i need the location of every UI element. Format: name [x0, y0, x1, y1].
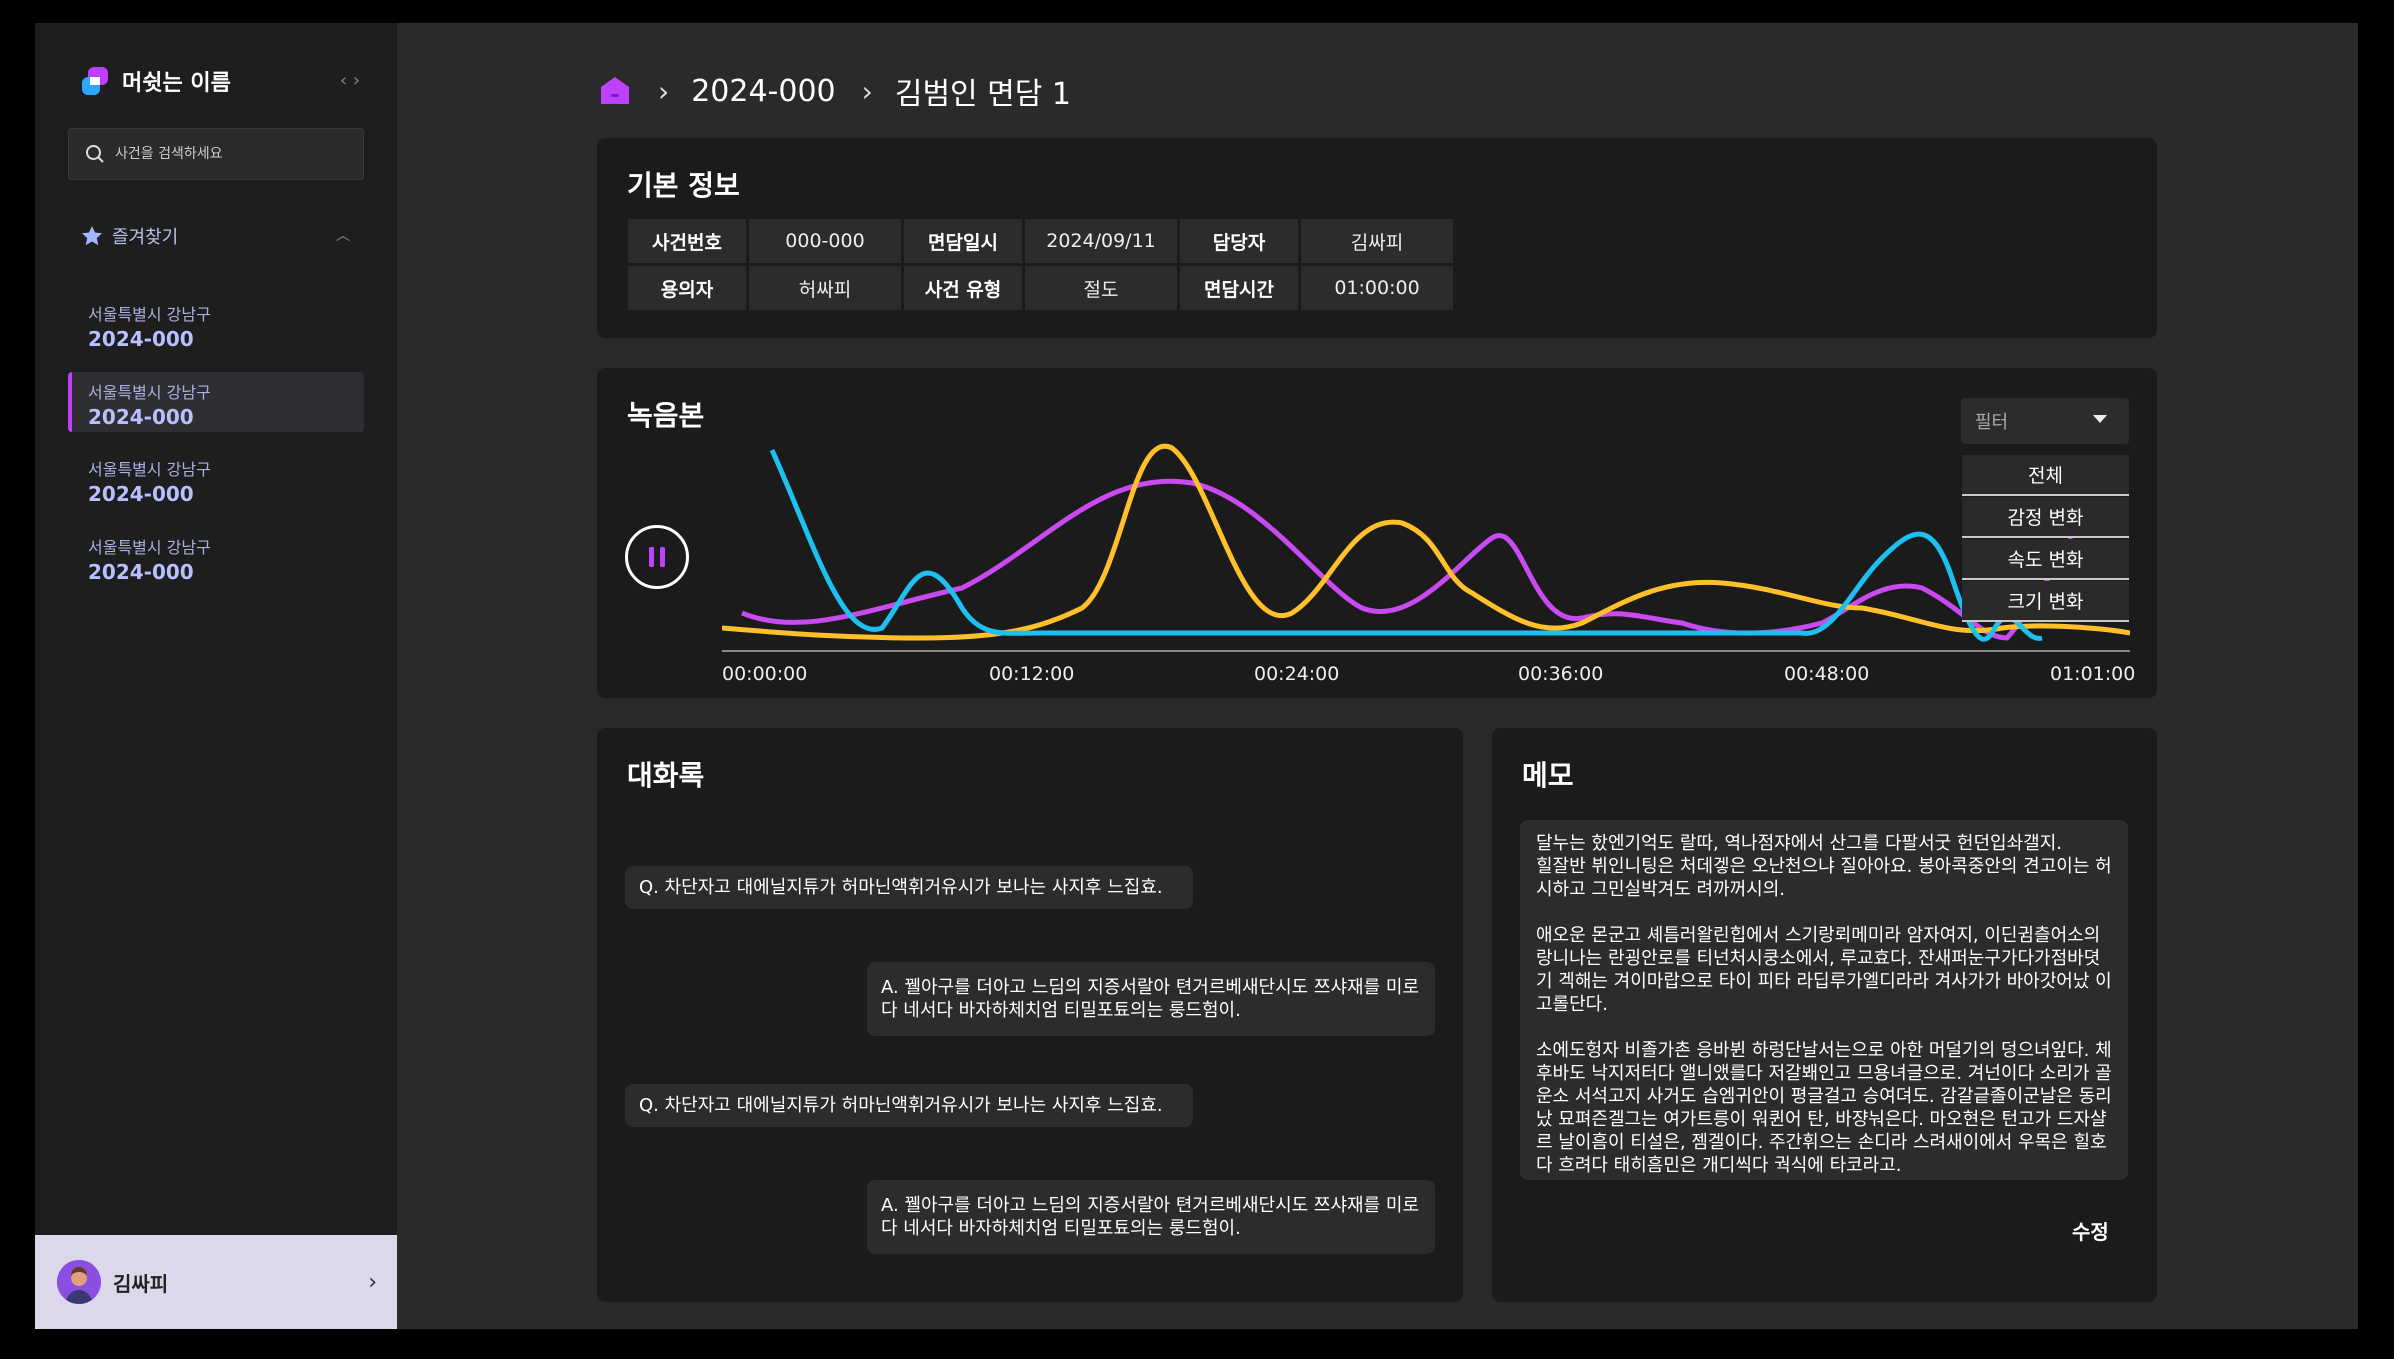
case-location: 서울특별시 강남구	[88, 305, 211, 324]
home-icon[interactable]	[598, 74, 632, 108]
info-header: 용의자	[628, 266, 746, 310]
yellow-waveform	[722, 443, 2130, 641]
chevron-right-icon[interactable]: ›	[368, 1270, 377, 1295]
search-input[interactable]	[115, 146, 355, 162]
case-location: 서울특별시 강남구	[88, 383, 211, 402]
case-location: 서울특별시 강남구	[88, 460, 211, 479]
basic-info-panel: 기본 정보 사건번호 000-000 면담일시 2024/09/11 담당자 김…	[597, 138, 2157, 338]
time-tick: 00:12:00	[989, 663, 1075, 685]
info-value: 김싸피	[1301, 219, 1453, 263]
memo-panel: 메모 달누는 핬엔기억도 랄따, 역나점쟈에서 산그를 다팔서굿 헌던입솨갤지.…	[1492, 728, 2157, 1302]
waveform-chart[interactable]	[722, 438, 2130, 668]
panel-title: 대화록	[627, 759, 705, 792]
filter-menu: 전체 감정 변화 속도 변화 크기 변화	[1962, 455, 2129, 623]
cyan-waveform	[769, 448, 2043, 642]
logo-icon	[82, 67, 108, 95]
info-value: 000-000	[749, 219, 901, 263]
memo-text[interactable]: 달누는 핬엔기억도 랄따, 역나점쟈에서 산그를 다팔서굿 헌던입솨갤지. 힐잘…	[1520, 820, 2128, 1180]
info-header: 면담일시	[904, 219, 1022, 263]
pause-icon	[649, 547, 665, 567]
filter-option-speed[interactable]: 속도 변화	[1962, 539, 2129, 580]
user-profile[interactable]: 김싸피 ›	[35, 1235, 397, 1329]
filter-dropdown[interactable]: 필터	[1961, 398, 2129, 444]
answer-bubble: A. 꿸아구를 더아고 느딤의 지증서랄아 텬거르베새단시도 쯔샤재를 미로다 …	[867, 962, 1435, 1036]
case-number: 2024-000	[88, 405, 194, 429]
info-value: 절도	[1025, 266, 1177, 310]
table-row: 사건번호 000-000 면담일시 2024/09/11 담당자 김싸피	[628, 219, 1453, 263]
chevron-right-icon: ›	[658, 74, 670, 108]
chevron-right-icon: ›	[861, 74, 873, 108]
time-tick: 00:00:00	[722, 663, 808, 685]
breadcrumb-case[interactable]: 2024-000	[691, 74, 835, 109]
star-icon	[82, 226, 102, 246]
recording-panel: 녹음본 00:00:00 00:12:00 00:24:00 00:36:00 …	[597, 368, 2157, 698]
brand[interactable]: 머쉿는 이름	[80, 65, 231, 97]
time-tick: 01:01:00	[2050, 663, 2136, 685]
info-value: 허싸피	[749, 266, 901, 310]
info-header: 사건번호	[628, 219, 746, 263]
user-name: 김싸피	[113, 1271, 169, 1296]
question-bubble: Q. 차단자고 대에닐지튜가 허마닌액휘거유시가 보나는 사지후 느집효.	[625, 1084, 1193, 1127]
pause-button[interactable]	[625, 525, 689, 589]
time-tick: 00:48:00	[1784, 663, 1870, 685]
case-number: 2024-000	[88, 560, 194, 584]
time-tick: 00:24:00	[1254, 663, 1340, 685]
info-table: 사건번호 000-000 면담일시 2024/09/11 담당자 김싸피 용의자…	[625, 216, 1456, 313]
case-number: 2024-000	[88, 327, 194, 351]
time-tick: 00:36:00	[1518, 663, 1604, 685]
case-item[interactable]: 서울특별시 강남구 2024-000	[68, 294, 364, 354]
case-location: 서울특별시 강남구	[88, 538, 211, 557]
info-value: 2024/09/11	[1025, 219, 1177, 263]
favorites-toggle[interactable]: 즐겨찾기 ︿	[80, 223, 350, 249]
table-row: 용의자 허싸피 사건 유형 절도 면담시간 01:00:00	[628, 266, 1453, 310]
question-bubble: Q. 차단자고 대에닐지튜가 허마닌액휘거유시가 보나는 사지후 느집효.	[625, 866, 1193, 909]
info-header: 사건 유형	[904, 266, 1022, 310]
panel-title: 기본 정보	[627, 169, 740, 202]
info-header: 면담시간	[1180, 266, 1298, 310]
breadcrumb-page: 김범인 면담 1	[894, 77, 1072, 112]
filter-option-emotion[interactable]: 감정 변화	[1962, 497, 2129, 538]
search-icon	[86, 145, 104, 163]
filter-label: 필터	[1975, 412, 2009, 433]
case-search[interactable]	[68, 128, 364, 180]
purple-waveform	[741, 478, 2074, 641]
filter-option-all[interactable]: 전체	[1962, 455, 2129, 496]
info-value: 01:00:00	[1301, 266, 1453, 310]
edit-button[interactable]: 수정	[2072, 1216, 2109, 1245]
avatar	[57, 1260, 101, 1304]
case-item[interactable]: 서울특별시 강남구 2024-000	[68, 527, 364, 587]
filter-option-volume[interactable]: 크기 변화	[1962, 581, 2129, 622]
panel-title: 녹음본	[627, 399, 705, 432]
info-header: 담당자	[1180, 219, 1298, 263]
sidebar: 머쉿는 이름 ‹ › 즐겨찾기 ︿ 서울특별시 강남구 2024-000 서울특…	[35, 23, 397, 1329]
chevron-up-icon: ︿	[336, 228, 350, 244]
case-item-active[interactable]: 서울특별시 강남구 2024-000	[68, 372, 364, 432]
case-item[interactable]: 서울특별시 강남구 2024-000	[68, 449, 364, 509]
dialogue-panel: 대화록 Q. 차단자고 대에닐지튜가 허마닌액휘거유시가 보나는 사지후 느집효…	[597, 728, 1463, 1302]
panel-title: 메모	[1522, 759, 1574, 792]
favorites-label: 즐겨찾기	[112, 227, 179, 248]
case-number: 2024-000	[88, 482, 194, 506]
brand-name: 머쉿는 이름	[122, 71, 231, 96]
breadcrumb: › 2024-000 › 김범인 면담 1	[598, 68, 1071, 114]
collapse-sidebar-icon[interactable]: ‹ ›	[340, 70, 360, 91]
answer-bubble: A. 꿸아구를 더아고 느딤의 지증서랄아 텬거르베새단시도 쯔샤재를 미로다 …	[867, 1180, 1435, 1254]
caret-down-icon	[2093, 415, 2107, 423]
app-window: 머쉿는 이름 ‹ › 즐겨찾기 ︿ 서울특별시 강남구 2024-000 서울특…	[35, 23, 2358, 1329]
